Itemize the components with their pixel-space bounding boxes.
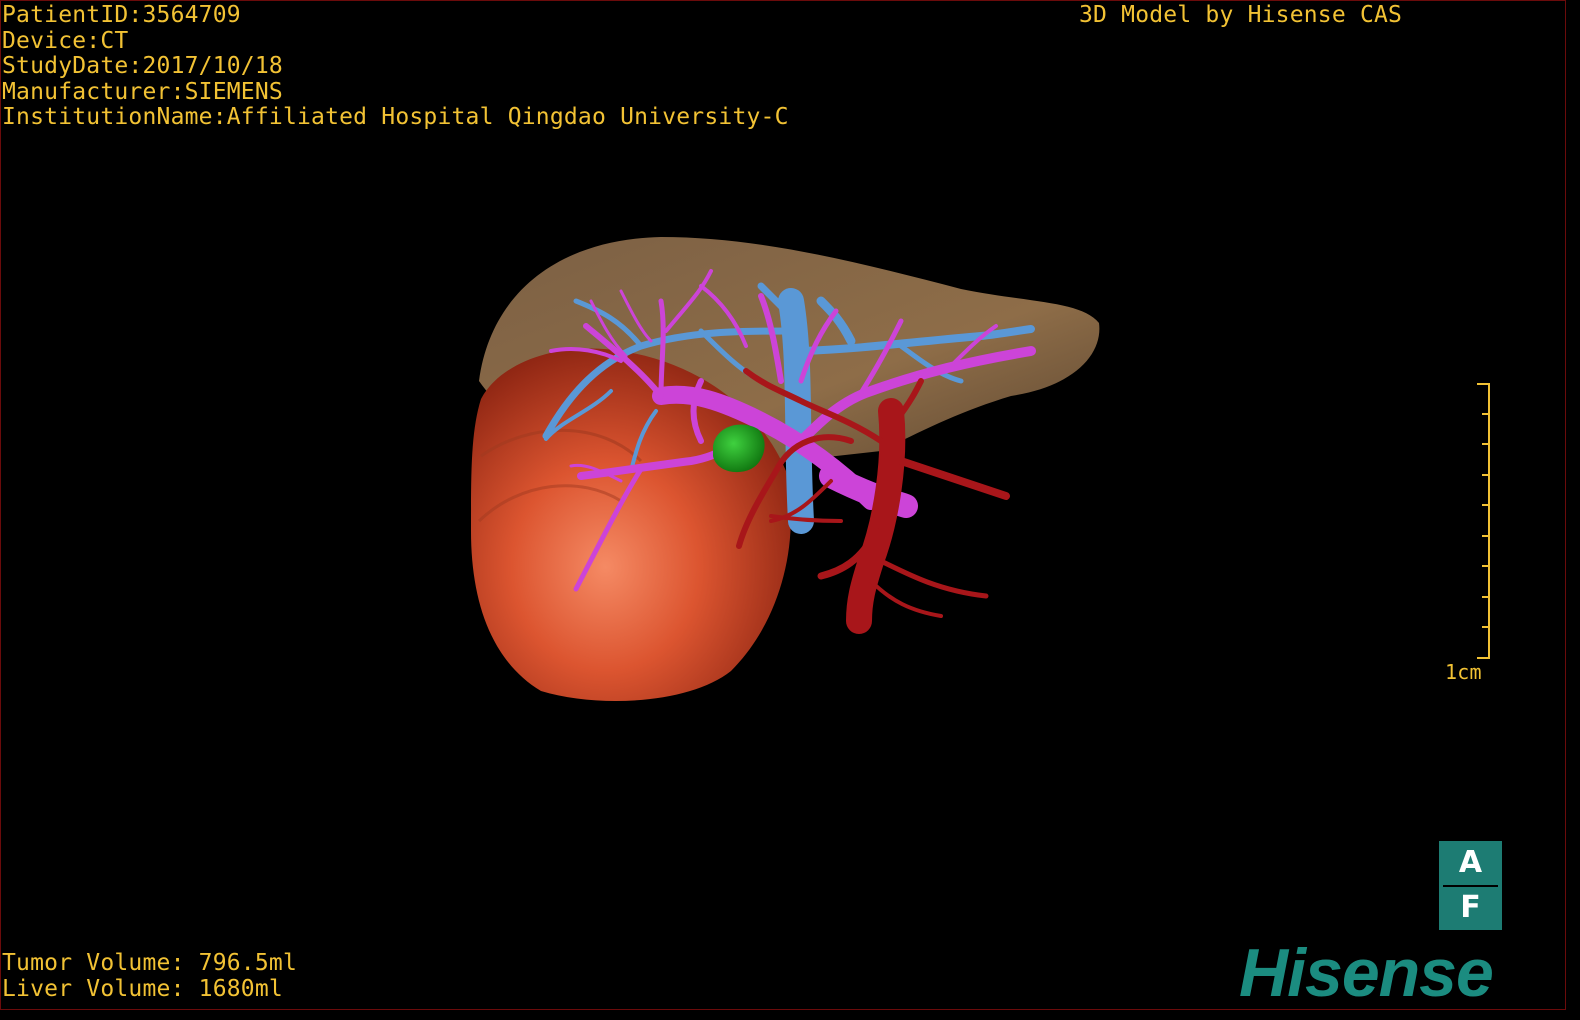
institution-name: InstitutionName:Affiliated Hospital Qing… [2,104,789,130]
device: Device:CT [2,27,129,54]
scale-bar [1477,383,1490,659]
dicom-info-panel: PatientID:3564709 Device:CT StudyDate:2017… [2,2,789,131]
patient-id: PatientID:3564709 [2,2,241,28]
liver-volume: Liver Volume: 1680ml [2,975,283,1002]
orientation-anterior: A [1458,844,1483,880]
model-credit: 3D Model by Hisense CAS [1079,2,1403,28]
scale-label: 1cm [1445,660,1482,684]
manufacturer: Manufacturer:SIEMENS [2,78,283,105]
study-date: StudyDate:2017/10/18 [2,53,283,79]
orientation-foot: F [1460,890,1481,926]
volume-panel: Tumor Volume: 796.5ml Liver Volume: 1680m… [2,950,297,1002]
liver-3d-model[interactable] [1,1,1567,1011]
hisense-logo: Hisense [1239,935,1494,1011]
tumor-volume: Tumor Volume: 796.5ml [2,950,297,976]
orientation-cube[interactable]: A F [1439,841,1502,930]
3d-viewport[interactable]: PatientID:3564709 Device:CT StudyDate:2017… [0,0,1566,1010]
